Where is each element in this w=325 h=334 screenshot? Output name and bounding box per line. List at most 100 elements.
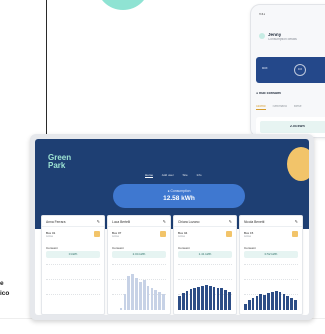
phone-tab[interactable]: Settimana — [272, 105, 286, 109]
chart-bar — [193, 288, 197, 310]
card-divider — [108, 226, 170, 227]
chart-bar — [131, 274, 135, 310]
laptop-screen: Green Park Home Add user Site Info ● Con… — [35, 139, 309, 315]
nav-item[interactable]: Add user — [162, 173, 174, 177]
phone-status-time: 9:41 — [259, 13, 266, 16]
chart-bar — [205, 285, 208, 310]
chart-bar — [263, 294, 267, 310]
chart-gridline — [244, 279, 298, 281]
chart-bar — [135, 278, 138, 310]
chart-bar — [267, 293, 270, 310]
chart-bar — [244, 304, 247, 310]
card-section-title: Consumi — [46, 246, 58, 250]
chart-bar — [290, 298, 294, 310]
phone-card-label: Box — [262, 67, 268, 70]
nav-item[interactable]: Info — [197, 173, 202, 177]
edit-pencil-icon[interactable]: ✎ — [295, 219, 298, 224]
chart-bar — [123, 294, 127, 310]
chart-bar — [150, 288, 154, 310]
box-badge-icon — [226, 231, 232, 237]
brand-logo: Green Park — [48, 153, 71, 171]
pill-label-text: Consumption — [170, 189, 191, 193]
card-user-name: Nicola Benetti — [244, 220, 265, 224]
chart-bar — [189, 289, 193, 310]
phone-row-value: 2.04 kWh — [290, 125, 305, 128]
teal-decoration — [96, 0, 150, 10]
chart-bar — [119, 308, 123, 310]
chart-bar — [197, 286, 201, 310]
phone-row-box: 2.04 kWh — [260, 121, 325, 133]
card-consumption-value: 0.52 kWh — [244, 251, 298, 258]
nav-item[interactable]: Home — [145, 173, 154, 178]
avatar — [259, 33, 265, 39]
pill-label: ● Consumption — [167, 189, 191, 193]
chart-bar — [185, 290, 189, 310]
yellow-decoration — [287, 147, 309, 181]
chart-bar — [201, 286, 204, 310]
chart-bar — [181, 293, 185, 310]
user-card[interactable]: Anna Ferrara ✎ Box 01 Active Consumi 0 kWh — [41, 215, 105, 315]
chart-bar — [220, 288, 224, 310]
edit-pencil-icon[interactable]: ✎ — [163, 219, 166, 224]
phone-summary-card[interactable]: Box 0.0 — [256, 57, 325, 83]
card-section-title: Consumi — [178, 246, 190, 250]
chart-gridline — [46, 264, 100, 265]
chart-gridline — [46, 294, 100, 296]
brand-line: Park — [48, 161, 66, 171]
card-section-title: Consumi — [244, 246, 256, 250]
card-bar-chart — [178, 264, 232, 310]
card-consumption-value: 2.04 kWh — [112, 251, 166, 258]
phone-section-title: 1 hub consumi — [256, 92, 282, 95]
card-bar-chart — [244, 264, 298, 310]
laptop-mockup: Green Park Home Add user Site Info ● Con… — [30, 134, 314, 320]
card-divider — [174, 226, 236, 227]
chart-bar — [228, 291, 231, 310]
chart-gridline — [46, 279, 100, 281]
user-cards: Anna Ferrara ✎ Box 01 Active Consumi 0 kWh Luc… — [41, 215, 303, 315]
nav-item[interactable]: Site — [183, 173, 188, 177]
chart-gridline — [178, 279, 232, 281]
card-divider — [240, 226, 302, 227]
left-caption-line: e — [0, 280, 4, 287]
total-consumption-pill: ● Consumption 12.58 kWh — [113, 184, 245, 208]
box-badge-icon — [94, 231, 100, 237]
chart-bar — [271, 292, 274, 310]
left-caption-line: ico — [0, 289, 10, 297]
card-user-name: Chiara Lozano — [178, 220, 200, 224]
chart-bar — [282, 294, 286, 310]
user-card[interactable]: Luca Bertelli ✎ Box 07 Active Consumi 2.04 kW… — [107, 215, 171, 315]
chart-bar — [224, 290, 228, 310]
chart-gridline — [178, 264, 232, 265]
card-user-name: Luca Bertelli — [112, 220, 131, 224]
user-card[interactable]: Chiara Lozano ✎ Box 04 Active Consumi 1.41 kW… — [173, 215, 237, 315]
phone-tab[interactable]: Giorno — [256, 105, 266, 110]
card-consumption-value: 1.41 kWh — [178, 251, 232, 258]
divider-line-vertical — [46, 0, 47, 156]
edit-pencil-icon[interactable]: ✎ — [97, 219, 100, 224]
left-caption: e ico — [0, 279, 9, 299]
chart-bar — [158, 292, 162, 310]
chart-gridline — [112, 264, 166, 265]
phone-card-value: 0.0 — [298, 67, 302, 71]
phone-user-sub: Consumption details — [268, 38, 297, 41]
phone-tab[interactable]: Mese — [294, 105, 302, 109]
chart-bar — [216, 287, 220, 310]
phone-user-name: Jenny — [268, 32, 282, 37]
chart-bar — [247, 300, 251, 310]
chart-bar — [286, 296, 290, 310]
phone-tabs: Giorno Settimana Mese — [256, 105, 325, 111]
chart-bar — [146, 286, 150, 310]
chart-bar — [278, 292, 282, 310]
chart-bar — [139, 282, 142, 310]
phone-mockup: 9:41 Jenny Consumption details Box 0.0 1… — [250, 4, 325, 138]
user-card[interactable]: Nicola Benetti ✎ Box 15 Active Consumi 0.52 k… — [239, 215, 303, 315]
pill-value: 12.58 kWh — [163, 195, 195, 202]
chart-bar — [154, 290, 158, 310]
card-divider — [42, 226, 104, 227]
card-bar-chart — [46, 264, 100, 310]
faint-side-text — [0, 165, 5, 185]
chart-bar — [259, 294, 263, 310]
edit-pencil-icon[interactable]: ✎ — [229, 219, 232, 224]
top-nav: Home Add user Site Info — [145, 173, 210, 178]
card-section-title: Consumi — [112, 246, 124, 250]
